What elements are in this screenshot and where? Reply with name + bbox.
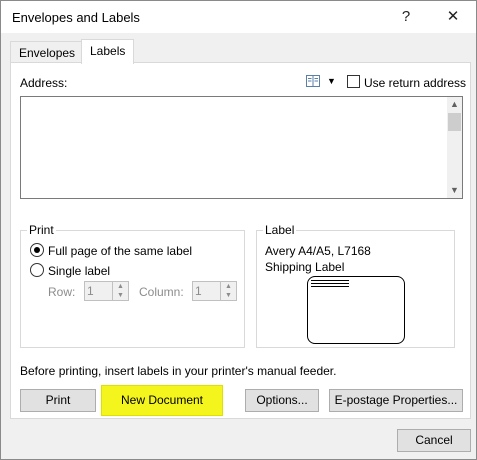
row-value: 1 xyxy=(87,284,94,298)
print-group: Print Full page of the same label Single… xyxy=(20,223,245,348)
epostage-properties-button[interactable]: E-postage Properties... xyxy=(329,389,463,412)
label-preview[interactable] xyxy=(307,276,405,344)
use-return-address-checkbox[interactable] xyxy=(347,75,360,88)
use-return-address-label: Use return address xyxy=(364,76,467,90)
tab-labels[interactable]: Labels xyxy=(81,39,135,64)
label-group[interactable]: Label Avery A4/A5, L7168 Shipping Label xyxy=(256,223,455,348)
row-down-icon[interactable]: ▼ xyxy=(113,291,128,300)
single-label-label: Single label xyxy=(48,264,111,278)
help-button[interactable]: ? xyxy=(386,1,426,33)
column-stepper-buttons[interactable]: ▲ ▼ xyxy=(220,282,236,300)
column-label: Column: xyxy=(139,285,184,299)
tab-bar: Envelopes Labels xyxy=(1,39,476,64)
print-button[interactable]: Print xyxy=(20,389,96,412)
row-label: Row: xyxy=(48,285,76,299)
tab-envelopes[interactable]: Envelopes xyxy=(10,41,85,64)
print-group-title: Print xyxy=(27,223,56,237)
row-up-icon[interactable]: ▲ xyxy=(113,282,128,291)
tab-labels-label: Labels xyxy=(90,44,126,58)
column-down-icon[interactable]: ▼ xyxy=(221,291,236,300)
scroll-down-icon[interactable]: ▼ xyxy=(447,183,462,198)
label-group-title: Label xyxy=(263,223,297,237)
single-label-radio[interactable] xyxy=(30,263,44,277)
scroll-up-icon[interactable]: ▲ xyxy=(447,97,462,112)
full-page-radio[interactable] xyxy=(30,243,44,257)
chevron-down-icon[interactable]: ▼ xyxy=(327,76,336,86)
column-value: 1 xyxy=(195,284,202,298)
column-up-icon[interactable]: ▲ xyxy=(221,282,236,291)
column-stepper[interactable]: 1 ▲ ▼ xyxy=(192,281,237,301)
tab-envelopes-label: Envelopes xyxy=(19,46,76,60)
options-button[interactable]: Options... xyxy=(245,389,319,412)
address-textarea[interactable]: ▲ ▼ xyxy=(20,96,463,199)
close-button[interactable]: ✕ xyxy=(433,1,473,33)
envelopes-labels-dialog: Envelopes and Labels ? ✕ Envelopes Label… xyxy=(0,0,477,460)
title-bar: Envelopes and Labels ? ✕ xyxy=(1,1,476,33)
address-book-icon[interactable] xyxy=(306,75,320,87)
labels-panel: Address: ▼ Use return address ▲ ▼ Print … xyxy=(10,62,471,419)
address-scrollbar[interactable]: ▲ ▼ xyxy=(447,97,462,198)
full-page-label: Full page of the same label xyxy=(48,244,193,258)
cancel-button[interactable]: Cancel xyxy=(397,429,471,452)
new-document-button[interactable]: New Document xyxy=(101,385,223,416)
label-product-name: Avery A4/A5, L7168 xyxy=(265,244,371,258)
address-label: Address: xyxy=(20,76,68,90)
label-product-type: Shipping Label xyxy=(265,260,345,274)
row-stepper-buttons[interactable]: ▲ ▼ xyxy=(112,282,128,300)
dialog-title: Envelopes and Labels xyxy=(12,10,140,25)
feeder-note: Before printing, insert labels in your p… xyxy=(20,364,337,378)
row-stepper[interactable]: 1 ▲ ▼ xyxy=(84,281,129,301)
scroll-thumb[interactable] xyxy=(448,113,461,131)
